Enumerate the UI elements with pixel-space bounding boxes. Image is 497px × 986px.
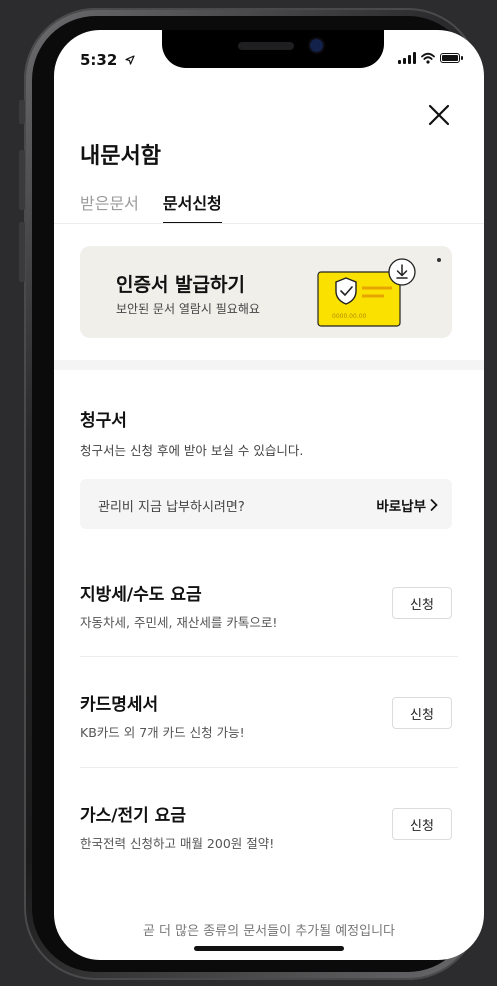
item-title: 가스/전기 요금 xyxy=(80,806,186,826)
list-item-local-tax: 지방세/수도 요금 자동차세, 주민세, 재산세를 카톡으로! 신청 xyxy=(54,560,484,670)
svg-text:0000.00.00: 0000.00.00 xyxy=(332,313,367,320)
row-divider xyxy=(80,656,458,657)
tab-received-documents[interactable]: 받은문서 xyxy=(80,190,139,224)
device-notch xyxy=(162,30,384,68)
pay-fee-banner[interactable]: 관리비 지금 납부하시려면? 바로납부 xyxy=(80,479,452,529)
volume-up-button xyxy=(19,150,25,210)
home-indicator[interactable] xyxy=(194,946,344,951)
billing-section-title: 청구서 xyxy=(80,411,127,431)
cellular-signal-icon xyxy=(398,52,416,64)
volume-down-button xyxy=(19,222,25,282)
status-time: 5:32 xyxy=(80,51,135,69)
list-item-gas-electric: 가스/전기 요금 한국전력 신청하고 매월 200원 절약! 신청 xyxy=(54,781,484,891)
pay-prompt-text: 관리비 지금 납부하시려면? xyxy=(98,500,245,515)
certificate-card-illustration: 0000.00.00 xyxy=(317,258,416,327)
banner-title: 인증서 발급하기 xyxy=(116,274,245,296)
item-description: 한국전력 신청하고 매월 200원 절약! xyxy=(80,836,275,851)
billing-section-description: 청구서는 신청 후에 받아 보실 수 있습니다. xyxy=(80,443,304,458)
app-mockup: 5:32 내문서함 받은문서 문서신청 인증서 발급하기 보안된 문서 열람시 … xyxy=(0,0,497,986)
pay-now-link[interactable]: 바로납부 xyxy=(376,495,438,515)
apply-button-local-tax[interactable]: 신청 xyxy=(392,587,452,619)
tab-divider xyxy=(54,223,484,224)
item-title: 지방세/수도 요금 xyxy=(80,585,202,605)
item-description: 자동차세, 주민세, 재산세를 카톡으로! xyxy=(80,615,278,630)
section-separator xyxy=(54,360,484,370)
close-button[interactable] xyxy=(424,100,454,130)
item-description: KB카드 외 7개 카드 신청 가능! xyxy=(80,725,245,740)
wifi-icon xyxy=(421,52,435,64)
silent-switch xyxy=(19,100,25,124)
tab-bar: 받은문서 문서신청 xyxy=(80,190,222,224)
chevron-right-icon xyxy=(430,499,438,511)
list-item-card-statement: 카드명세서 KB카드 외 7개 카드 신청 가능! 신청 xyxy=(54,670,484,780)
apply-button-gas-electric[interactable]: 신청 xyxy=(392,808,452,840)
shield-icon xyxy=(335,277,357,305)
close-icon xyxy=(428,104,450,126)
banner-indicator-dot xyxy=(437,258,441,262)
battery-icon xyxy=(440,53,463,63)
certificate-banner[interactable]: 인증서 발급하기 보안된 문서 열람시 필요해요 0000.00.00 xyxy=(80,246,452,338)
tab-document-request[interactable]: 문서신청 xyxy=(162,190,222,224)
location-arrow-icon xyxy=(124,55,135,65)
status-icons xyxy=(398,52,463,64)
phone-screen: 5:32 내문서함 받은문서 문서신청 인증서 발급하기 보안된 문서 열람시 … xyxy=(54,30,484,960)
row-divider xyxy=(80,767,458,768)
page-title: 내문서함 xyxy=(80,144,161,169)
apply-button-card-statement[interactable]: 신청 xyxy=(392,697,452,729)
footer-note: 곧 더 많은 종류의 문서들이 추가될 예정입니다 xyxy=(142,924,396,939)
banner-subtitle: 보안된 문서 열람시 필요해요 xyxy=(116,302,260,316)
item-title: 카드명세서 xyxy=(80,695,159,715)
